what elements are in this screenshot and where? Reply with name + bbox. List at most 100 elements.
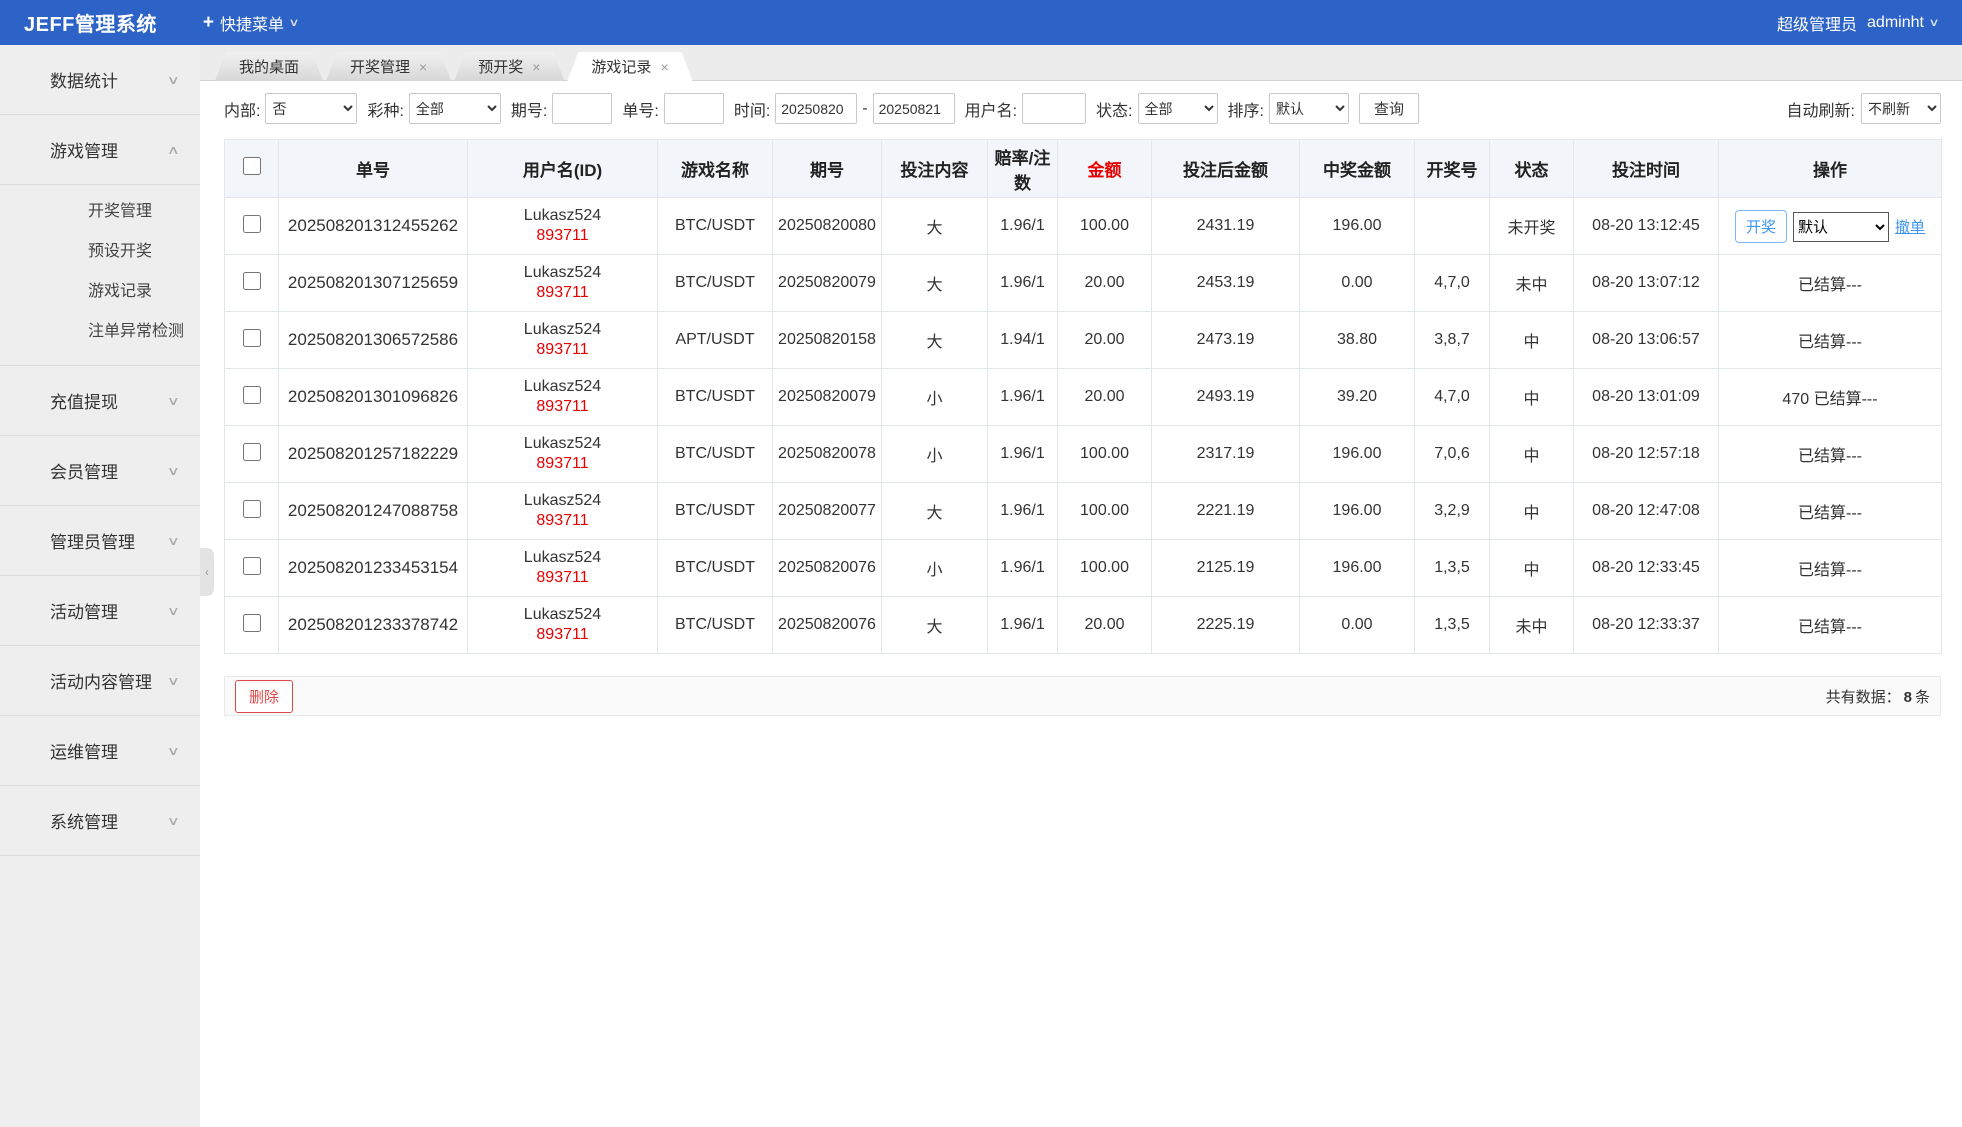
order-no-cell: 202508201306572586 <box>279 312 468 369</box>
sidebar-item-游戏管理[interactable]: 游戏管理∧ <box>0 115 200 184</box>
amount-cell: 20.00 <box>1058 312 1152 369</box>
sidebar-subitem-开奖管理[interactable]: 开奖管理 <box>0 189 200 229</box>
internal-label: 内部: <box>224 97 260 121</box>
row-checkbox[interactable] <box>243 272 261 290</box>
sidebar-item-活动管理[interactable]: 活动管理∨ <box>0 576 200 645</box>
total-unit: 条 <box>1915 689 1930 706</box>
user-role-label: 超级管理员 <box>1777 11 1857 35</box>
sidebar-item-label: 会员管理 <box>50 458 118 483</box>
query-button[interactable]: 查询 <box>1359 93 1419 124</box>
sidebar-item-label: 活动管理 <box>50 598 118 623</box>
chevron-down-icon: ∨ <box>1928 16 1939 29</box>
select-all-cell <box>225 140 279 198</box>
table-footer: 删除 共有数据：8条 <box>224 676 1941 716</box>
odds-cell: 1.96/1 <box>988 426 1058 483</box>
auto-refresh-label: 自动刷新: <box>1787 97 1855 121</box>
sidebar-subitem-预设开奖[interactable]: 预设开奖 <box>0 229 200 269</box>
status-select[interactable]: 全部 <box>1138 93 1218 124</box>
row-checkbox[interactable] <box>243 215 261 233</box>
time-from-input[interactable] <box>775 93 857 124</box>
sidebar-item-活动内容管理[interactable]: 活动内容管理∨ <box>0 646 200 715</box>
bet-content-cell: 大 <box>882 597 988 654</box>
user-cell: Lukasz524893711 <box>468 312 658 369</box>
lottery-label: 彩种: <box>367 97 403 121</box>
tab-开奖管理[interactable]: 开奖管理× <box>326 52 451 81</box>
chevron-down-icon: ∨ <box>288 16 299 29</box>
total-label: 共有数据： <box>1826 689 1901 706</box>
amount-cell: 100.00 <box>1058 426 1152 483</box>
auto-refresh-select[interactable]: 不刷新 <box>1861 93 1941 124</box>
chevron-down-icon: ∨ <box>167 534 180 548</box>
status-cell: 中 <box>1490 483 1574 540</box>
user-menu[interactable]: adminht ∨ <box>1867 14 1938 32</box>
issue-cell: 20250820077 <box>773 483 882 540</box>
cancel-order-link[interactable]: 撤单 <box>1895 219 1925 236</box>
table-row: 202508201233453154Lukasz524893711BTC/USD… <box>225 540 1942 597</box>
chevron-left-icon: ‹ <box>205 565 209 579</box>
table-row: 202508201312455262Lukasz524893711BTC/USD… <box>225 198 1942 255</box>
username-input[interactable] <box>1022 93 1086 124</box>
draw-no-cell: 1,3,5 <box>1415 540 1490 597</box>
sort-select[interactable]: 默认 <box>1269 93 1349 124</box>
row-checkbox[interactable] <box>243 329 261 347</box>
odds-cell: 1.94/1 <box>988 312 1058 369</box>
column-header-投注内容: 投注内容 <box>882 140 988 198</box>
table-row: 202508201247088758Lukasz524893711BTC/USD… <box>225 483 1942 540</box>
user-id-text: 893711 <box>472 511 653 531</box>
balance-after-cell: 2125.19 <box>1152 540 1300 597</box>
sidebar-section: 管理员管理∨ <box>0 506 200 576</box>
balance-after-cell: 2473.19 <box>1152 312 1300 369</box>
time-to-input[interactable] <box>873 93 955 124</box>
lottery-select[interactable]: 全部 <box>409 93 501 124</box>
row-checkbox[interactable] <box>243 557 261 575</box>
close-icon[interactable]: × <box>660 60 668 74</box>
tab-bar: 我的桌面开奖管理×预开奖×游戏记录× <box>200 45 1962 81</box>
bet-time-cell: 08-20 13:12:45 <box>1574 198 1719 255</box>
row-checkbox[interactable] <box>243 443 261 461</box>
sidebar-item-数据统计[interactable]: 数据统计∨ <box>0 45 200 114</box>
sidebar-collapse-handle[interactable]: ‹ <box>200 548 214 596</box>
amount-cell: 20.00 <box>1058 369 1152 426</box>
sidebar-item-运维管理[interactable]: 运维管理∨ <box>0 716 200 785</box>
draw-no-cell: 3,8,7 <box>1415 312 1490 369</box>
sidebar-item-会员管理[interactable]: 会员管理∨ <box>0 436 200 505</box>
row-checkbox[interactable] <box>243 386 261 404</box>
tab-我的桌面[interactable]: 我的桌面 <box>215 52 323 81</box>
tab-预开奖[interactable]: 预开奖× <box>454 52 564 81</box>
row-select-cell <box>225 255 279 312</box>
row-checkbox[interactable] <box>243 614 261 632</box>
internal-select[interactable]: 否 <box>265 93 357 124</box>
sidebar-item-管理员管理[interactable]: 管理员管理∨ <box>0 506 200 575</box>
delete-button[interactable]: 删除 <box>235 680 293 713</box>
issue-input[interactable] <box>552 93 612 124</box>
select-all-checkbox[interactable] <box>243 157 261 175</box>
user-id-text: 893711 <box>472 340 653 360</box>
row-checkbox[interactable] <box>243 500 261 518</box>
win-amount-cell: 0.00 <box>1300 597 1415 654</box>
quick-menu-button[interactable]: + 快捷菜单 ∨ <box>203 11 298 35</box>
issue-cell: 20250820078 <box>773 426 882 483</box>
action-select[interactable]: 默认 <box>1793 212 1889 242</box>
sidebar-item-系统管理[interactable]: 系统管理∨ <box>0 786 200 855</box>
main-area: 我的桌面开奖管理×预开奖×游戏记录× 内部: 否 彩种: 全部 期号: 单号: … <box>200 45 1962 716</box>
draw-button[interactable]: 开奖 <box>1735 210 1787 243</box>
username-text: Lukasz524 <box>472 320 653 340</box>
user-cell: Lukasz524893711 <box>468 540 658 597</box>
issue-cell: 20250820158 <box>773 312 882 369</box>
sidebar-item-充值提现[interactable]: 充值提现∨ <box>0 366 200 435</box>
draw-no-cell: 1,3,5 <box>1415 597 1490 654</box>
order-input[interactable] <box>664 93 724 124</box>
sidebar-subitem-注单异常检测[interactable]: 注单异常检测 <box>0 309 200 349</box>
sidebar-subitem-游戏记录[interactable]: 游戏记录 <box>0 269 200 309</box>
tab-游戏记录[interactable]: 游戏记录× <box>567 52 692 81</box>
close-icon[interactable]: × <box>419 60 427 74</box>
bet-content-cell: 大 <box>882 198 988 255</box>
username-text: Lukasz524 <box>472 434 653 454</box>
sidebar-submenu: 开奖管理预设开奖游戏记录注单异常检测 <box>0 184 200 365</box>
row-select-cell <box>225 198 279 255</box>
chevron-down-icon: ∨ <box>167 73 180 87</box>
status-cell: 中 <box>1490 540 1574 597</box>
user-id-text: 893711 <box>472 625 653 645</box>
close-icon[interactable]: × <box>532 60 540 74</box>
status-cell: 未开奖 <box>1490 198 1574 255</box>
